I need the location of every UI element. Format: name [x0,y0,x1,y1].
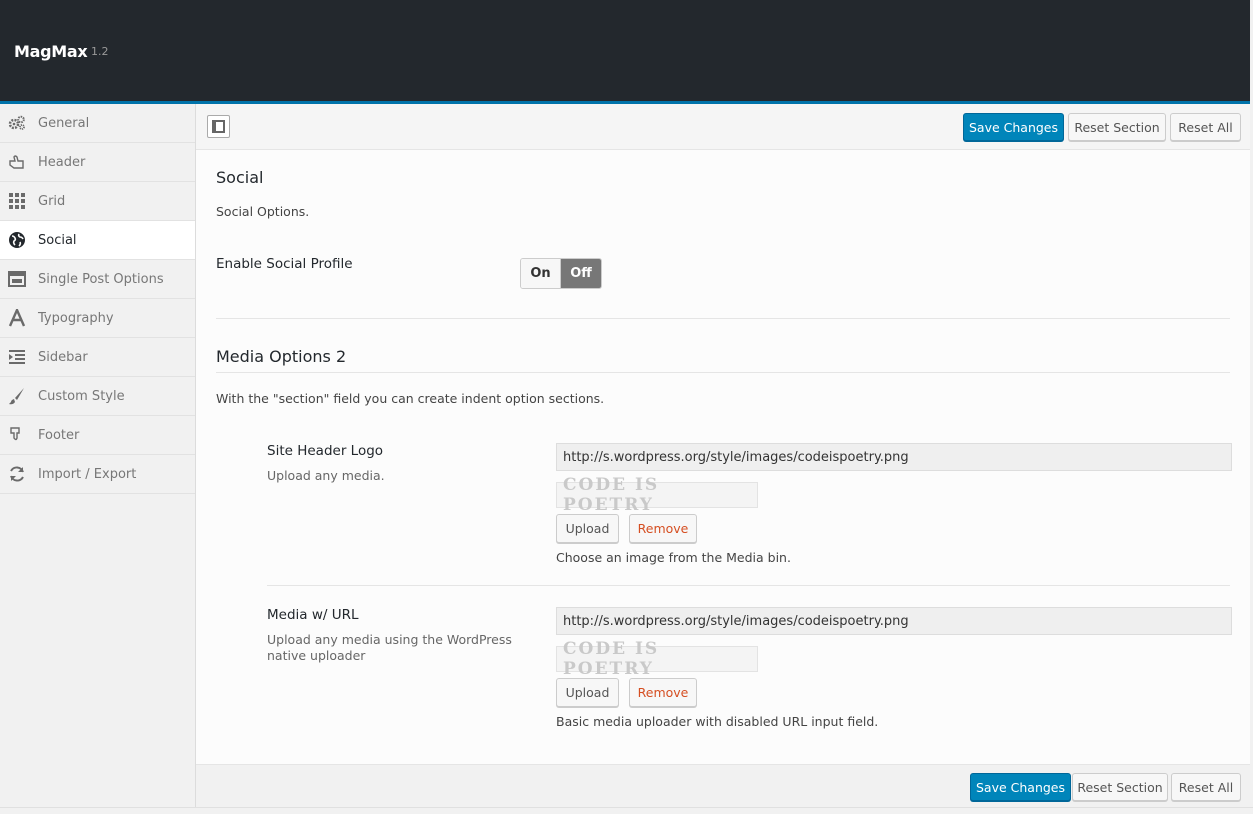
reset-section-button[interactable]: Reset Section [1068,113,1166,141]
window-icon [8,270,26,288]
divider [216,372,1230,373]
sidebar-item-general[interactable]: General [0,104,195,143]
sidebar-item-header[interactable]: Header [0,143,195,182]
save-changes-button-bottom[interactable]: Save Changes [970,773,1071,801]
media-url-help: Basic media uploader with disabled URL i… [556,714,879,729]
globe-icon [8,231,26,249]
sidebar-item-footer[interactable]: Footer [0,416,195,455]
expand-toggle-button[interactable] [207,115,230,138]
site-header-logo-preview: CODE IS POETRY [556,475,758,515]
app-header: MagMax 1.2 [0,0,1250,101]
sidebar-item-single-post-options[interactable]: Single Post Options [0,260,195,299]
site-header-logo-remove-button[interactable]: Remove [629,514,697,543]
sidebar-item-label: Typography [38,310,114,326]
reset-all-button[interactable]: Reset All [1170,113,1241,141]
hand-pointer-icon [8,153,26,171]
brand-version: 1.2 [91,45,109,58]
hand-down-icon [8,426,26,444]
divider [267,585,1230,586]
switch-off-option[interactable]: Off [561,259,601,288]
site-header-logo-label: Site Header Logo [267,443,384,459]
media-section-title: Media Options 2 [216,347,347,366]
site-header-logo-help: Choose an image from the Media bin. [556,550,791,565]
media-url-input[interactable]: http://s.wordpress.org/style/images/code… [556,607,1232,635]
sidebar-item-label: Custom Style [38,388,125,404]
reset-all-button-bottom[interactable]: Reset All [1171,773,1241,801]
brand-title: MagMax [14,42,88,61]
sidebar-item-label: Header [38,154,86,170]
sidebar-item-label: Single Post Options [38,271,164,287]
bottom-toolbar: Save Changes Reset Section Reset All [196,764,1250,807]
brush-icon [8,387,26,405]
grid-icon [8,192,26,210]
sidebar-item-label: Sidebar [38,349,88,365]
divider [216,318,1230,319]
enable-social-profile-label: Enable Social Profile [216,256,353,272]
sidebar: General Header Grid Social Single Post O… [0,104,196,807]
social-section-title: Social [216,168,264,187]
sidebar-item-sidebar[interactable]: Sidebar [0,338,195,377]
site-header-logo-upload-button[interactable]: Upload [556,514,619,543]
media-url-label: Media w/ URL [267,607,359,623]
media-url-upload-button[interactable]: Upload [556,678,619,707]
sidebar-item-label: General [38,115,90,131]
sidebar-item-label: Footer [38,427,80,443]
site-header-logo-url-input[interactable]: http://s.wordpress.org/style/images/code… [556,443,1232,471]
font-icon [8,309,26,327]
sidebar-item-label: Grid [38,193,66,209]
sidebar-item-label: Social [38,232,77,248]
media-url-subtitle: Upload any media using the WordPress nat… [267,632,512,663]
sidebar-item-import-export[interactable]: Import / Export [0,455,195,494]
sidebar-item-grid[interactable]: Grid [0,182,195,221]
sidebar-item-typography[interactable]: Typography [0,299,195,338]
media-url-remove-button[interactable]: Remove [629,678,697,707]
expand-icon [212,120,225,133]
bottom-strip [0,807,1253,814]
social-section-description: Social Options. [216,204,310,219]
sidebar-item-social[interactable]: Social [0,221,195,260]
enable-social-profile-switch[interactable]: On Off [520,258,602,289]
indent-icon [8,348,26,366]
save-changes-button[interactable]: Save Changes [963,113,1064,141]
sidebar-item-custom-style[interactable]: Custom Style [0,377,195,416]
media-url-preview: CODE IS POETRY [556,639,758,679]
refresh-icon [8,465,26,483]
site-header-logo-subtitle: Upload any media. [267,468,385,483]
reset-section-button-bottom[interactable]: Reset Section [1072,773,1168,801]
main-panel: Save Changes Reset Section Reset All Soc… [196,104,1250,807]
gears-icon [8,114,26,132]
switch-on-option[interactable]: On [521,259,561,288]
sidebar-item-label: Import / Export [38,466,137,482]
media-section-description: With the "section" field you can create … [216,391,605,406]
top-toolbar: Save Changes Reset Section Reset All [196,104,1250,150]
